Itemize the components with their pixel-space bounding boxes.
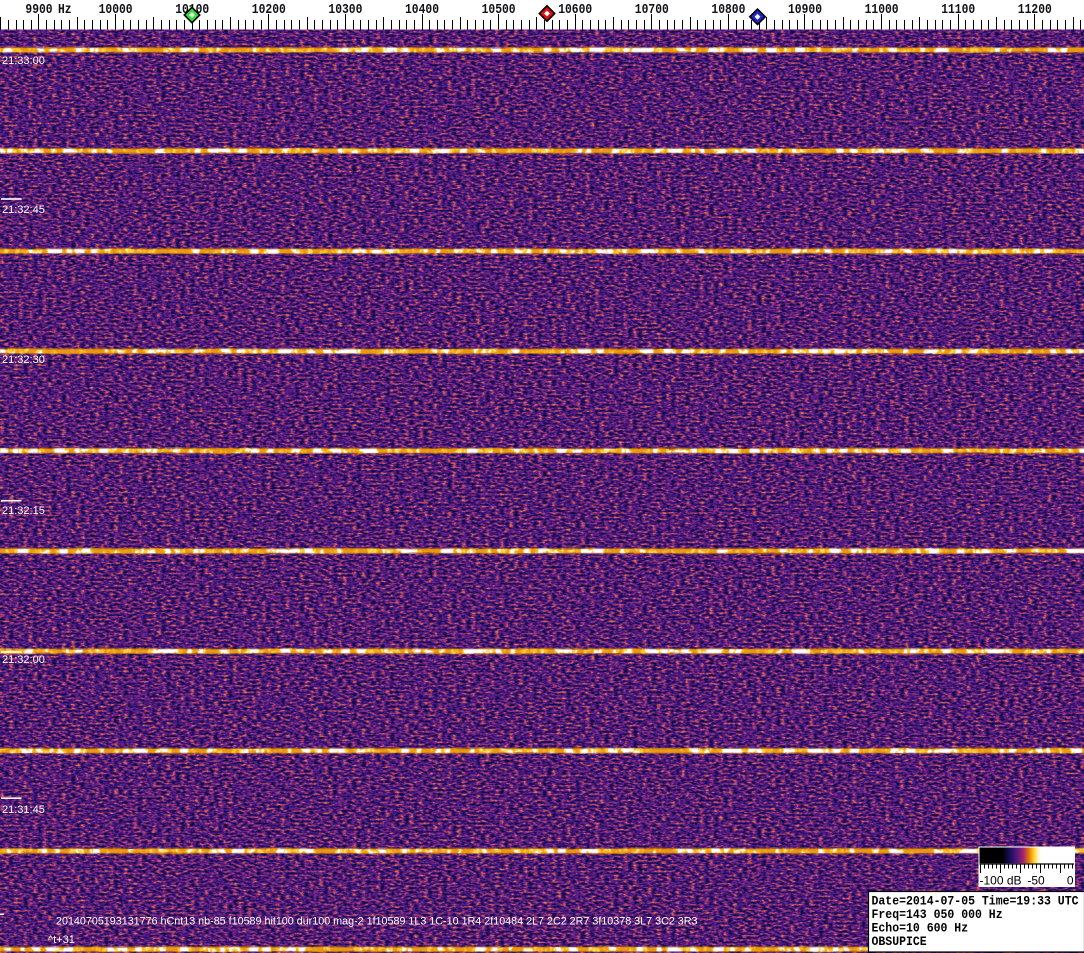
svg-text:10500: 10500 xyxy=(482,3,516,18)
svg-text:20140705193131776 hCnt13 nb-85: 20140705193131776 hCnt13 nb-85 f10589 hi… xyxy=(56,916,698,928)
svg-text:-50: -50 xyxy=(1027,874,1045,888)
svg-text:-100 dB: -100 dB xyxy=(980,874,1022,888)
svg-text:OBSUPICE: OBSUPICE xyxy=(872,934,927,949)
svg-text:21:32:45: 21:32:45 xyxy=(2,204,45,216)
svg-text:21:33:00: 21:33:00 xyxy=(2,55,45,67)
svg-text:10200: 10200 xyxy=(252,3,286,18)
svg-text:10900: 10900 xyxy=(788,3,822,18)
svg-text:^t+31: ^t+31 xyxy=(48,934,75,946)
svg-text:21:31:45: 21:31:45 xyxy=(2,804,45,816)
svg-text:21:32:00: 21:32:00 xyxy=(2,654,45,666)
svg-text:0: 0 xyxy=(1067,874,1074,888)
svg-text:10400: 10400 xyxy=(405,3,439,18)
svg-text:10700: 10700 xyxy=(635,3,669,18)
svg-text:21:32:15: 21:32:15 xyxy=(2,505,45,517)
svg-text:10800: 10800 xyxy=(711,3,745,18)
svg-text:9900: 9900 xyxy=(25,3,52,18)
svg-text:10300: 10300 xyxy=(328,3,362,18)
svg-text:21:32:30: 21:32:30 xyxy=(2,354,45,366)
svg-text:11000: 11000 xyxy=(865,3,899,18)
svg-text:11200: 11200 xyxy=(1018,3,1052,18)
svg-text:10000: 10000 xyxy=(99,3,133,18)
svg-text:11100: 11100 xyxy=(941,3,975,18)
svg-text:10600: 10600 xyxy=(558,3,592,18)
svg-text:Hz: Hz xyxy=(58,3,72,18)
